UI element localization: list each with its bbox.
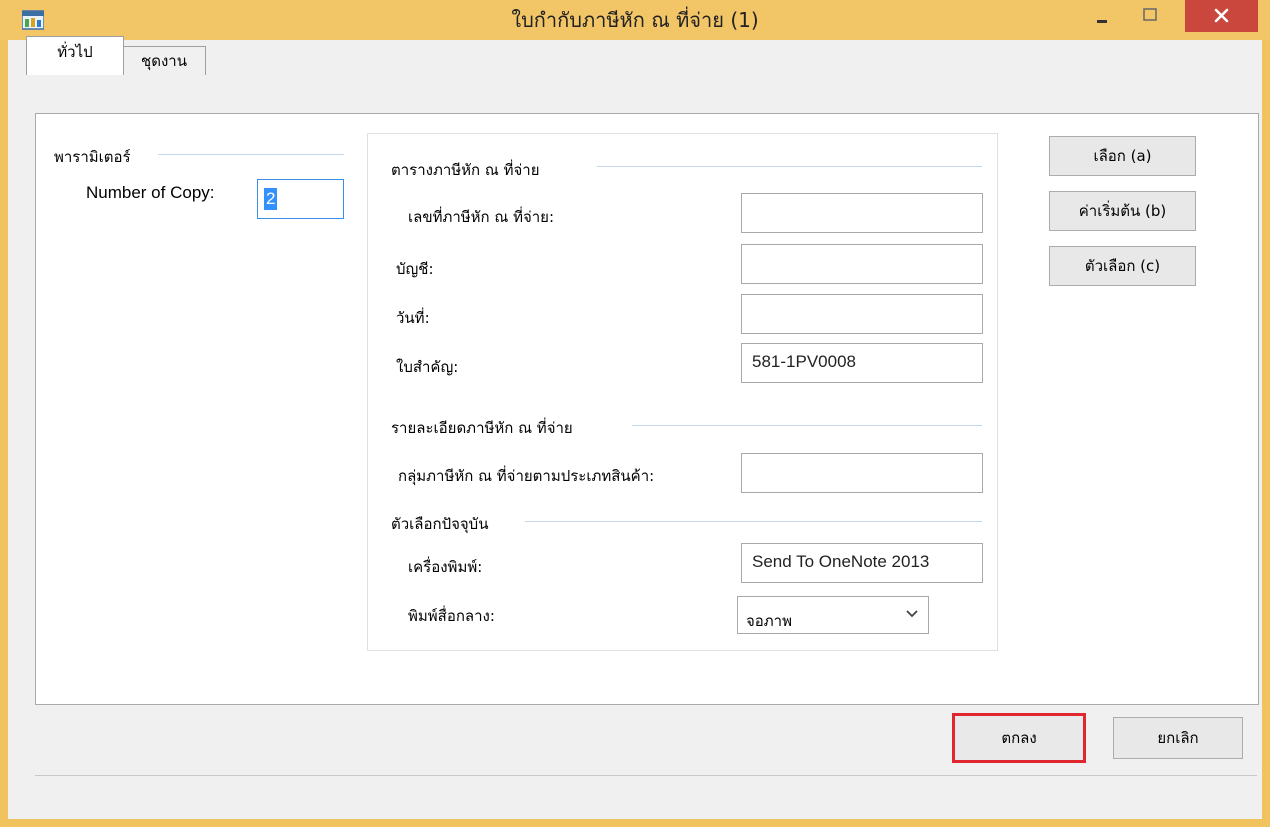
current-options-group-title: ตัวเลือกปัจจุบัน	[391, 515, 489, 533]
status-bar	[35, 775, 1257, 818]
date-label: วันที่:	[396, 309, 430, 327]
tab-general[interactable]: ทั่วไป	[26, 36, 124, 75]
withholding-detail-group-line	[632, 425, 982, 426]
maximize-button[interactable]	[1132, 0, 1168, 34]
withholding-number-label: เลขที่ภาษีหัก ณ ที่จ่าย:	[408, 208, 555, 226]
select-button[interactable]: เลือก (a)	[1049, 136, 1196, 176]
ok-button[interactable]: ตกลง	[952, 713, 1086, 763]
app-report-icon[interactable]	[22, 10, 44, 30]
withholding-detail-group-title: รายละเอียดภาษีหัก ณ ที่จ่าย	[391, 419, 573, 437]
defaults-button-label: ค่าเริ่มต้น (b)	[1078, 202, 1167, 220]
minimize-button[interactable]	[1085, 0, 1121, 34]
copies-input[interactable]: 2	[257, 179, 344, 219]
parameters-group-title: พารามิเตอร์	[54, 148, 131, 166]
chevron-down-icon	[906, 610, 918, 618]
item-withholding-group-label: กลุ่มภาษีหัก ณ ที่จ่ายตามประเภทสินค้า:	[398, 467, 655, 485]
tab-batch-label: ชุดงาน	[141, 52, 187, 70]
printer-field[interactable]: Send To OneNote 2013	[741, 543, 983, 583]
options-button[interactable]: ตัวเลือก (c)	[1049, 246, 1196, 286]
print-medium-select[interactable]: จอภาพ	[737, 596, 929, 634]
options-button-label: ตัวเลือก (c)	[1084, 257, 1161, 275]
title-bar[interactable]: ใบกำกับภาษีหัก ณ ที่จ่าย (1)	[0, 0, 1270, 40]
withholding-table-group-line	[597, 166, 982, 167]
tab-general-label: ทั่วไป	[57, 43, 93, 61]
current-options-group-line	[525, 521, 982, 522]
withholding-number-field[interactable]	[741, 193, 983, 233]
withholding-table-group-title: ตารางภาษีหัก ณ ที่จ่าย	[391, 161, 540, 179]
copies-label: Number of Copy:	[86, 183, 215, 202]
account-field[interactable]	[741, 244, 983, 284]
dialog-window: ใบกำกับภาษีหัก ณ ที่จ่าย (1) ทั่วไป ชุดง…	[0, 0, 1270, 827]
voucher-field[interactable]: 581-1PV0008	[741, 343, 983, 383]
defaults-button[interactable]: ค่าเริ่มต้น (b)	[1049, 191, 1196, 231]
item-withholding-group-field[interactable]	[741, 453, 983, 493]
window-title: ใบกำกับภาษีหัก ณ ที่จ่าย (1)	[511, 8, 759, 32]
select-button-label: เลือก (a)	[1093, 147, 1152, 165]
voucher-label: ใบสำคัญ:	[396, 358, 459, 376]
date-field[interactable]	[741, 294, 983, 334]
cancel-button-label: ยกเลิก	[1157, 729, 1199, 747]
print-medium-value: จอภาพ	[746, 612, 792, 630]
copies-value: 2	[264, 188, 278, 210]
tab-batch[interactable]: ชุดงาน	[122, 46, 206, 75]
printer-label: เครื่องพิมพ์:	[408, 558, 483, 576]
print-medium-label: พิมพ์สื่อกลาง:	[408, 607, 495, 625]
close-icon	[1214, 8, 1229, 23]
parameters-group-line	[158, 154, 344, 155]
account-label: บัญชี:	[396, 260, 434, 278]
cancel-button[interactable]: ยกเลิก	[1113, 717, 1243, 759]
ok-button-label: ตกลง	[1001, 729, 1037, 747]
close-button[interactable]	[1185, 0, 1258, 32]
